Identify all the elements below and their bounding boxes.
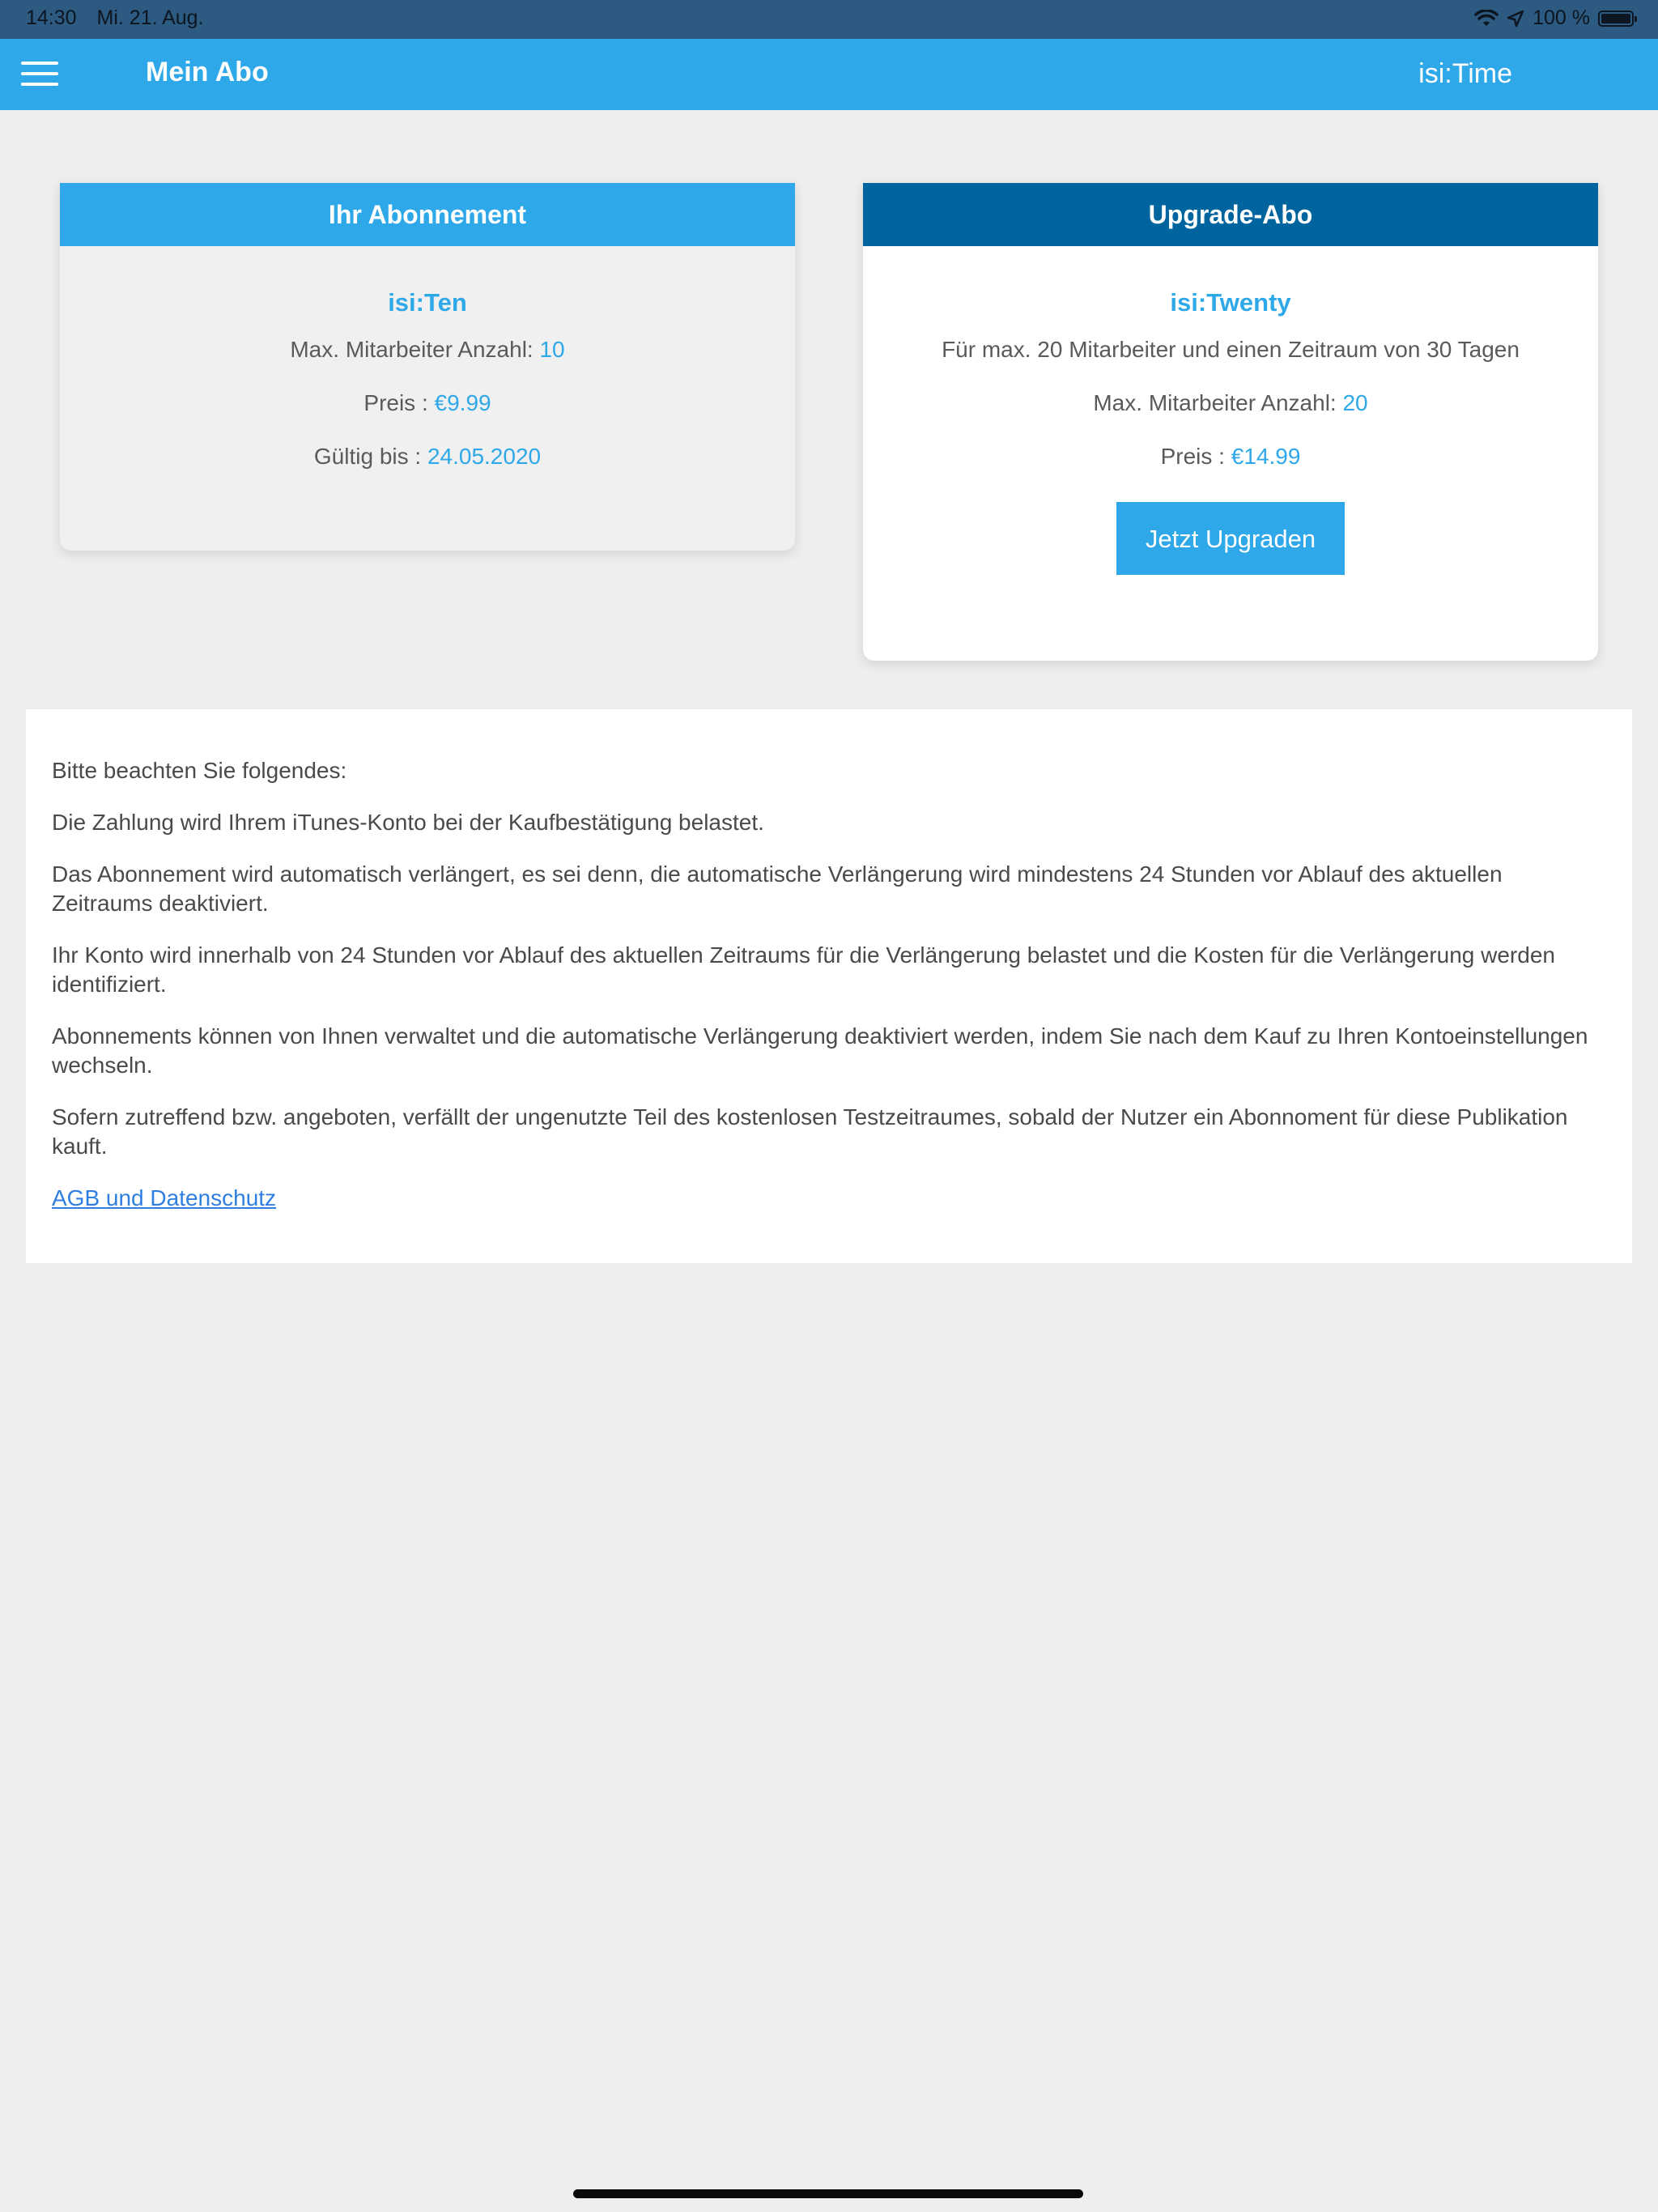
notice-paragraph: Ihr Konto wird innerhalb von 24 Stunden … [52, 942, 1555, 997]
upgrade-plan-description: Für max. 20 Mitarbeiter und einen Zeitra… [942, 337, 1520, 362]
notice-paragraph: Bitte beachten Sie folgendes: [52, 758, 347, 783]
upgrade-now-button[interactable]: Jetzt Upgraden [1116, 502, 1345, 575]
notice-paragraph: Die Zahlung wird Ihrem iTunes-Konto bei … [52, 810, 764, 835]
wifi-icon [1474, 9, 1499, 26]
app-header: Mein Abo isi:Time [0, 39, 1658, 110]
current-subscription-heading: Ihr Abonnement [60, 183, 795, 246]
upgrade-subscription-heading: Upgrade-Abo [863, 183, 1598, 246]
notice-link-row: AGB und Datenschutz [52, 1184, 1606, 1213]
location-arrow-icon [1507, 10, 1524, 27]
notice-paragraph: Das Abonnement wird automatisch verlänge… [52, 861, 1503, 916]
current-valid-until-label: Gültig bis : [313, 444, 427, 469]
notice-paragraph: Abonnements können von Ihnen verwaltet u… [52, 1023, 1588, 1078]
hamburger-menu-icon[interactable] [21, 62, 58, 87]
app-name: isi:Time [1418, 58, 1512, 89]
current-price-label: Preis : [363, 390, 435, 415]
upgrade-plan-name: isi:Twenty [1170, 288, 1291, 317]
current-price-value: €9.99 [434, 390, 491, 415]
terms-privacy-link[interactable]: AGB und Datenschutz [52, 1185, 276, 1210]
current-valid-until-value: 24.05.2020 [427, 444, 542, 469]
upgrade-max-employees: Max. Mitarbeiter Anzahl: 20 [863, 390, 1598, 416]
upgrade-price: Preis : €14.99 [863, 444, 1598, 470]
current-max-employees: Max. Mitarbeiter Anzahl: 10 [60, 337, 795, 363]
battery-icon [1598, 10, 1637, 27]
current-max-employees-label: Max. Mitarbeiter Anzahl: [290, 337, 540, 362]
current-price: Preis : €9.99 [60, 390, 795, 416]
current-valid-until: Gültig bis : 24.05.2020 [60, 444, 795, 470]
upgrade-max-employees-value: 20 [1342, 390, 1368, 415]
status-bar-right: 100 % [1474, 6, 1637, 30]
subscription-notice: Bitte beachten Sie folgendes: Die Zahlun… [26, 709, 1632, 1263]
status-time: 14:30 [26, 6, 77, 29]
upgrade-max-employees-label: Max. Mitarbeiter Anzahl: [1093, 390, 1343, 415]
status-bar: 14:30 Mi. 21. Aug. 100 % [0, 0, 1658, 39]
notice-paragraph: Sofern zutreffend bzw. angeboten, verfäl… [52, 1104, 1568, 1159]
upgrade-price-label: Preis : [1160, 444, 1231, 469]
home-indicator[interactable] [573, 2189, 1083, 2198]
upgrade-subscription-card: Upgrade-Abo isi:Twenty Für max. 20 Mitar… [863, 183, 1598, 661]
battery-percent: 100 % [1533, 6, 1590, 29]
upgrade-price-value: €14.99 [1231, 444, 1301, 469]
current-max-employees-value: 10 [539, 337, 565, 362]
status-date: Mi. 21. Aug. [96, 6, 204, 29]
status-bar-left: 14:30 Mi. 21. Aug. [26, 6, 219, 30]
current-plan-name: isi:Ten [388, 288, 467, 317]
page-title: Mein Abo [146, 57, 269, 87]
current-subscription-card: Ihr Abonnement isi:Ten Max. Mitarbeiter … [60, 183, 795, 551]
